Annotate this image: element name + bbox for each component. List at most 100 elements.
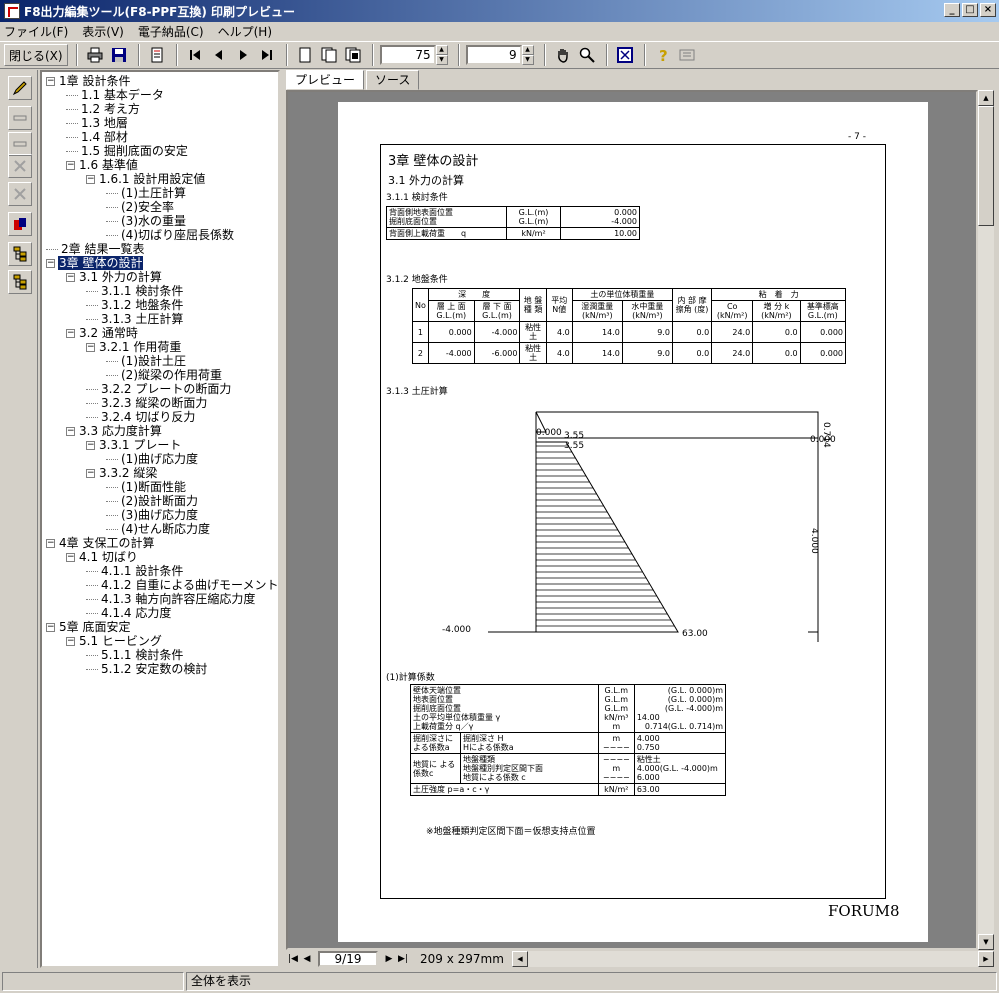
tree-node[interactable]: −3.1 外力の計算 <box>66 270 163 284</box>
tree-node[interactable]: 1.5 掘削底面の安定 <box>66 144 189 158</box>
tree-node[interactable]: (3)曲げ応力度 <box>106 508 199 522</box>
tree-node[interactable]: (1)土圧計算 <box>106 186 187 200</box>
collapse-toggle-icon[interactable]: − <box>66 552 75 562</box>
page-count-spinner[interactable]: ▲▼ <box>465 45 534 65</box>
menu-view[interactable]: 表示(V) <box>82 23 124 40</box>
close-window-button[interactable]: × <box>980 3 996 17</box>
tree-node[interactable]: 3.2.2 プレートの断面力 <box>86 382 232 396</box>
nav-prev-button[interactable]: ◀ <box>300 954 314 964</box>
tree-node[interactable]: 1.3 地層 <box>66 116 129 130</box>
close-button[interactable]: 閉じる(X) <box>4 44 68 66</box>
page-count-input[interactable] <box>465 45 522 65</box>
zoom-spinner[interactable]: ▲▼ <box>379 45 448 65</box>
tree-node[interactable]: 3.2.4 切ばり反力 <box>86 410 196 424</box>
tree-node[interactable]: (3)水の重量 <box>106 214 187 228</box>
one-page-button[interactable] <box>294 44 316 66</box>
tree-node[interactable]: 4.1.4 応力度 <box>86 606 172 620</box>
horizontal-scrollbar[interactable]: ◀ ▶ <box>512 951 994 967</box>
tree-node[interactable]: −3.3.1 プレート <box>86 438 182 452</box>
help-button[interactable]: ? <box>652 44 674 66</box>
nav-next-button[interactable]: ▶ <box>382 954 396 964</box>
minimize-button[interactable]: _ <box>944 3 960 17</box>
zoom-up-button[interactable]: ▲ <box>435 45 448 55</box>
tree-node[interactable]: 3.1.1 検討条件 <box>86 284 184 298</box>
color-button[interactable] <box>8 212 32 236</box>
last-page-button[interactable] <box>256 44 278 66</box>
collapse-toggle-icon[interactable]: − <box>66 328 75 338</box>
tree-collapse-button[interactable] <box>8 270 32 294</box>
tree-node[interactable]: (1)断面性能 <box>106 480 187 494</box>
two-pages-button[interactable] <box>318 44 340 66</box>
page-indicator[interactable]: 9/19 <box>318 951 378 967</box>
collapse-toggle-icon[interactable]: − <box>86 440 95 450</box>
fit-window-button[interactable] <box>614 44 636 66</box>
scroll-thumb[interactable] <box>978 106 994 226</box>
collapse-toggle-icon[interactable]: − <box>66 426 75 436</box>
tree-node[interactable]: 5.1.1 検討条件 <box>86 648 184 662</box>
tree-node[interactable]: −3.3.2 縦梁 <box>86 466 158 480</box>
vertical-scrollbar[interactable]: ▲ ▼ <box>978 90 994 950</box>
collapse-toggle-icon[interactable]: − <box>66 160 75 170</box>
tree-node[interactable]: −1章 設計条件 <box>46 74 131 88</box>
tree-expand-button[interactable] <box>8 242 32 266</box>
tree-node[interactable]: (4)せん断応力度 <box>106 522 211 536</box>
multi-pages-button[interactable] <box>342 44 364 66</box>
tree-node[interactable]: 1.1 基本データ <box>66 88 165 102</box>
tree-node[interactable]: (2)縦梁の作用荷重 <box>106 368 223 382</box>
hand-tool-button[interactable] <box>552 44 574 66</box>
insert-after-button[interactable] <box>8 132 32 156</box>
maximize-button[interactable]: □ <box>962 3 978 17</box>
info-button[interactable] <box>676 44 698 66</box>
collapse-toggle-icon[interactable]: − <box>46 258 55 268</box>
tree-node[interactable]: 3.2.3 縦梁の断面力 <box>86 396 208 410</box>
nav-last-button[interactable]: ▶| <box>396 954 410 964</box>
collapse-toggle-icon[interactable]: − <box>86 342 95 352</box>
tree-node[interactable]: −5.1 ヒービング <box>66 634 163 648</box>
collapse-toggle-icon[interactable]: − <box>46 538 55 548</box>
tree-node[interactable]: −3.3 応力度計算 <box>66 424 163 438</box>
zoom-input[interactable] <box>379 45 436 65</box>
move-button[interactable] <box>8 154 32 178</box>
page-count-up-button[interactable]: ▲ <box>521 45 534 55</box>
collapse-toggle-icon[interactable]: − <box>86 468 95 478</box>
scroll-left-button[interactable]: ◀ <box>512 951 528 967</box>
collapse-toggle-icon[interactable]: − <box>46 76 55 86</box>
tree-node[interactable]: (2)安全率 <box>106 200 175 214</box>
tree-node[interactable]: −5章 底面安定 <box>46 620 131 634</box>
tree-node[interactable]: −3.2.1 作用荷重 <box>86 340 182 354</box>
tree-node[interactable]: 5.1.2 安定数の検討 <box>86 662 208 676</box>
next-page-button[interactable] <box>232 44 254 66</box>
tab-source[interactable]: ソース <box>366 70 420 90</box>
collapse-toggle-icon[interactable]: − <box>66 272 75 282</box>
scroll-up-button[interactable]: ▲ <box>978 90 994 106</box>
scroll-down-button[interactable]: ▼ <box>978 934 994 950</box>
menu-electronic-delivery[interactable]: 電子納品(C) <box>138 23 204 40</box>
zoom-tool-button[interactable] <box>576 44 598 66</box>
collapse-toggle-icon[interactable]: − <box>86 174 95 184</box>
preview-viewer[interactable]: - 7 - 3章 壁体の設計 3.1 外力の計算 3.1.1 検討条件 背面側地… <box>286 90 978 950</box>
first-page-button[interactable] <box>184 44 206 66</box>
tree-node[interactable]: −4章 支保工の計算 <box>46 536 155 550</box>
tree-node[interactable]: 1.2 考え方 <box>66 102 141 116</box>
save-button[interactable] <box>108 44 130 66</box>
page-setup-button[interactable] <box>146 44 168 66</box>
collapse-toggle-icon[interactable]: − <box>46 622 55 632</box>
tree-node[interactable]: 3.1.2 地盤条件 <box>86 298 184 312</box>
tree-node[interactable]: 2章 結果一覧表 <box>46 242 145 256</box>
scroll-right-button[interactable]: ▶ <box>978 951 994 967</box>
nav-first-button[interactable]: |◀ <box>286 954 300 964</box>
tree-node[interactable]: (4)切ばり座屈長係数 <box>106 228 235 242</box>
previous-page-button[interactable] <box>208 44 230 66</box>
zoom-down-button[interactable]: ▼ <box>435 55 448 65</box>
tree-node[interactable]: 4.1.2 自重による曲げモーメント <box>86 578 278 592</box>
tree-node[interactable]: 1.4 部材 <box>66 130 129 144</box>
menu-file[interactable]: ファイル(F) <box>4 23 68 40</box>
chapter-tree[interactable]: −1章 設計条件 1.1 基本データ 1.2 考え方 1.3 地層 1.4 部材 1.5 … <box>40 70 280 968</box>
edit-button[interactable] <box>8 76 32 100</box>
print-button[interactable] <box>84 44 106 66</box>
tree-node[interactable]: −4.1 切ばり <box>66 550 139 564</box>
tab-preview[interactable]: プレビュー <box>286 70 365 90</box>
tree-node[interactable]: (2)設計断面力 <box>106 494 199 508</box>
tree-node[interactable]: −1.6 基準値 <box>66 158 139 172</box>
tree-node[interactable]: 4.1.3 軸方向許容圧縮応力度 <box>86 592 256 606</box>
